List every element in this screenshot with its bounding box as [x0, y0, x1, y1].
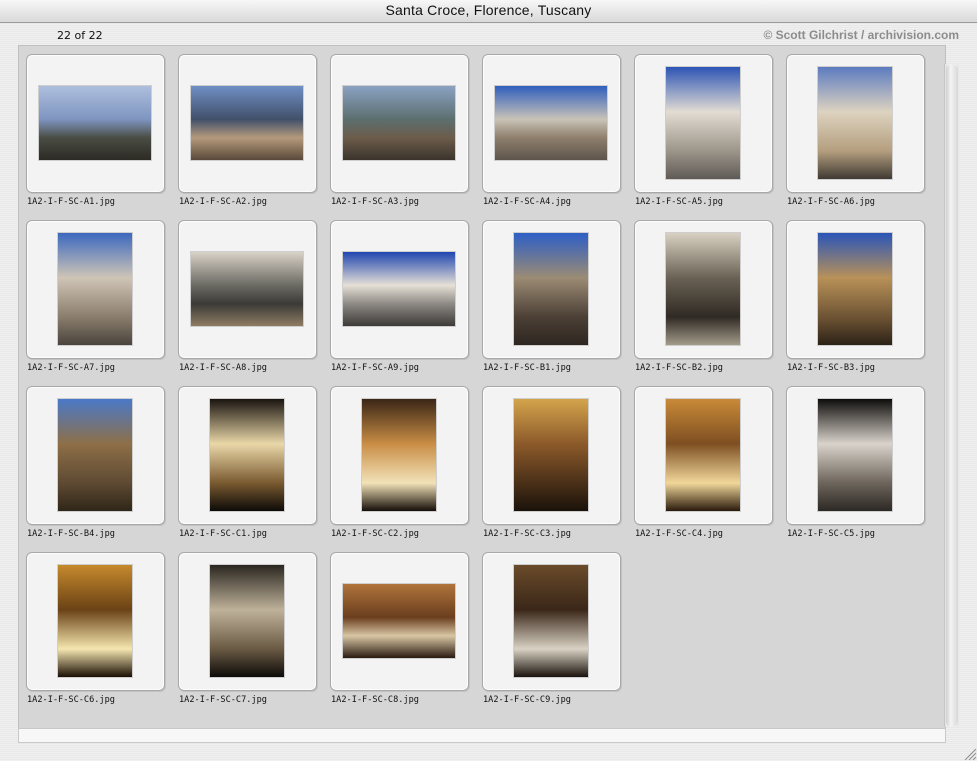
thumbnail-item[interactable]: 1A2-I-F-SC-A2.jpg: [171, 46, 323, 212]
slide-mount[interactable]: [482, 552, 621, 691]
thumbnail-item[interactable]: 1A2-I-F-SC-A1.jpg: [19, 46, 171, 212]
vertical-scrollbar[interactable]: [944, 64, 959, 727]
photo-thumbnail[interactable]: [39, 86, 151, 160]
thumbnail-filename: 1A2-I-F-SC-A5.jpg: [635, 197, 723, 207]
window-title: Santa Croce, Florence, Tuscany: [385, 2, 592, 18]
photo-thumbnail[interactable]: [818, 399, 892, 511]
photo-thumbnail[interactable]: [514, 233, 588, 345]
thumbnail-item[interactable]: 1A2-I-F-SC-C5.jpg: [779, 378, 931, 544]
slide-mount[interactable]: [786, 386, 925, 525]
thumbnail-item[interactable]: 1A2-I-F-SC-B2.jpg: [627, 212, 779, 378]
thumbnail-item[interactable]: 1A2-I-F-SC-C6.jpg: [19, 544, 171, 710]
slide-mount[interactable]: [330, 386, 469, 525]
slide-mount[interactable]: [482, 54, 621, 193]
photo-thumbnail[interactable]: [495, 86, 607, 160]
thumbnail-item[interactable]: 1A2-I-F-SC-A6.jpg: [779, 46, 931, 212]
slide-mount[interactable]: [26, 54, 165, 193]
thumbnail-filename: 1A2-I-F-SC-A7.jpg: [27, 363, 115, 373]
thumbnail-filename: 1A2-I-F-SC-C4.jpg: [635, 529, 723, 539]
thumbnail-item[interactable]: 1A2-I-F-SC-A4.jpg: [475, 46, 627, 212]
photo-thumbnail[interactable]: [362, 399, 436, 511]
photo-thumbnail[interactable]: [343, 252, 455, 326]
thumbnail-filename: 1A2-I-F-SC-C3.jpg: [483, 529, 571, 539]
thumbnail-item[interactable]: 1A2-I-F-SC-C2.jpg: [323, 378, 475, 544]
photo-thumbnail[interactable]: [343, 584, 455, 658]
thumbnail-filename: 1A2-I-F-SC-C7.jpg: [179, 695, 267, 705]
thumbnail-item[interactable]: 1A2-I-F-SC-C7.jpg: [171, 544, 323, 710]
photo-thumbnail[interactable]: [210, 399, 284, 511]
slide-mount[interactable]: [330, 54, 469, 193]
slide-mount[interactable]: [178, 552, 317, 691]
thumbnail-filename: 1A2-I-F-SC-A4.jpg: [483, 197, 571, 207]
thumbnail-filename: 1A2-I-F-SC-B3.jpg: [787, 363, 875, 373]
thumbnail-item[interactable]: 1A2-I-F-SC-A5.jpg: [627, 46, 779, 212]
thumbnail-filename: 1A2-I-F-SC-C8.jpg: [331, 695, 419, 705]
slide-mount[interactable]: [634, 220, 773, 359]
thumbnail-filename: 1A2-I-F-SC-A3.jpg: [331, 197, 419, 207]
resize-grip-icon[interactable]: [961, 745, 977, 761]
thumbnail-filename: 1A2-I-F-SC-A9.jpg: [331, 363, 419, 373]
photo-thumbnail[interactable]: [343, 86, 455, 160]
photo-thumbnail[interactable]: [191, 252, 303, 326]
slide-mount[interactable]: [786, 54, 925, 193]
thumbnail-item[interactable]: 1A2-I-F-SC-B1.jpg: [475, 212, 627, 378]
thumbnail-filename: 1A2-I-F-SC-A8.jpg: [179, 363, 267, 373]
thumbnail-item[interactable]: 1A2-I-F-SC-A8.jpg: [171, 212, 323, 378]
thumbnail-item[interactable]: 1A2-I-F-SC-A7.jpg: [19, 212, 171, 378]
thumbnail-item[interactable]: 1A2-I-F-SC-B3.jpg: [779, 212, 931, 378]
photo-thumbnail[interactable]: [666, 67, 740, 179]
slide-mount[interactable]: [330, 552, 469, 691]
info-bar: 22 of 22 © Scott Gilchrist / archivision…: [0, 23, 977, 45]
photo-thumbnail[interactable]: [818, 233, 892, 345]
thumbnail-filename: 1A2-I-F-SC-A6.jpg: [787, 197, 875, 207]
slide-mount[interactable]: [330, 220, 469, 359]
thumbnail-filename: 1A2-I-F-SC-C9.jpg: [483, 695, 571, 705]
thumbnail-filename: 1A2-I-F-SC-C2.jpg: [331, 529, 419, 539]
thumbnail-item[interactable]: 1A2-I-F-SC-C8.jpg: [323, 544, 475, 710]
slide-mount[interactable]: [26, 220, 165, 359]
thumbnail-item[interactable]: 1A2-I-F-SC-C1.jpg: [171, 378, 323, 544]
thumbnail-grid: 1A2-I-F-SC-A1.jpg 1A2-I-F-SC-A2.jpg 1A2-I-…: [18, 45, 946, 729]
photo-thumbnail[interactable]: [666, 233, 740, 345]
thumbnail-filename: 1A2-I-F-SC-C1.jpg: [179, 529, 267, 539]
thumbnail-filename: 1A2-I-F-SC-C6.jpg: [27, 695, 115, 705]
scrollbar-thumb[interactable]: [946, 64, 958, 727]
slide-mount[interactable]: [178, 54, 317, 193]
thumbnail-item[interactable]: 1A2-I-F-SC-C4.jpg: [627, 378, 779, 544]
slide-mount[interactable]: [26, 552, 165, 691]
photo-thumbnail[interactable]: [58, 233, 132, 345]
photo-thumbnail[interactable]: [514, 399, 588, 511]
slide-mount[interactable]: [178, 386, 317, 525]
thumbnail-filename: 1A2-I-F-SC-B2.jpg: [635, 363, 723, 373]
photo-thumbnail[interactable]: [514, 565, 588, 677]
gallery-window: Santa Croce, Florence, Tuscany 22 of 22 …: [0, 0, 977, 761]
slide-mount[interactable]: [482, 386, 621, 525]
thumbnail-filename: 1A2-I-F-SC-B4.jpg: [27, 529, 115, 539]
image-count: 22 of 22: [57, 29, 103, 42]
copyright-credit: © Scott Gilchrist / archivision.com: [763, 28, 959, 42]
title-bar[interactable]: Santa Croce, Florence, Tuscany: [0, 0, 977, 23]
thumbnail-item[interactable]: 1A2-I-F-SC-A3.jpg: [323, 46, 475, 212]
thumbnail-item[interactable]: 1A2-I-F-SC-B4.jpg: [19, 378, 171, 544]
thumbnail-filename: 1A2-I-F-SC-B1.jpg: [483, 363, 571, 373]
thumbnail-filename: 1A2-I-F-SC-C5.jpg: [787, 529, 875, 539]
slide-mount[interactable]: [178, 220, 317, 359]
slide-mount[interactable]: [482, 220, 621, 359]
photo-thumbnail[interactable]: [58, 399, 132, 511]
slide-mount[interactable]: [634, 386, 773, 525]
photo-thumbnail[interactable]: [666, 399, 740, 511]
thumbnail-filename: 1A2-I-F-SC-A2.jpg: [179, 197, 267, 207]
photo-thumbnail[interactable]: [191, 86, 303, 160]
slide-mount[interactable]: [26, 386, 165, 525]
thumbnail-item[interactable]: 1A2-I-F-SC-C3.jpg: [475, 378, 627, 544]
slide-mount[interactable]: [634, 54, 773, 193]
thumbnail-item[interactable]: 1A2-I-F-SC-C9.jpg: [475, 544, 627, 710]
thumbnail-filename: 1A2-I-F-SC-A1.jpg: [27, 197, 115, 207]
photo-thumbnail[interactable]: [818, 67, 892, 179]
thumbnail-item[interactable]: 1A2-I-F-SC-A9.jpg: [323, 212, 475, 378]
slide-mount[interactable]: [786, 220, 925, 359]
photo-thumbnail[interactable]: [58, 565, 132, 677]
horizontal-scrollbar[interactable]: [18, 728, 946, 743]
photo-thumbnail[interactable]: [210, 565, 284, 677]
